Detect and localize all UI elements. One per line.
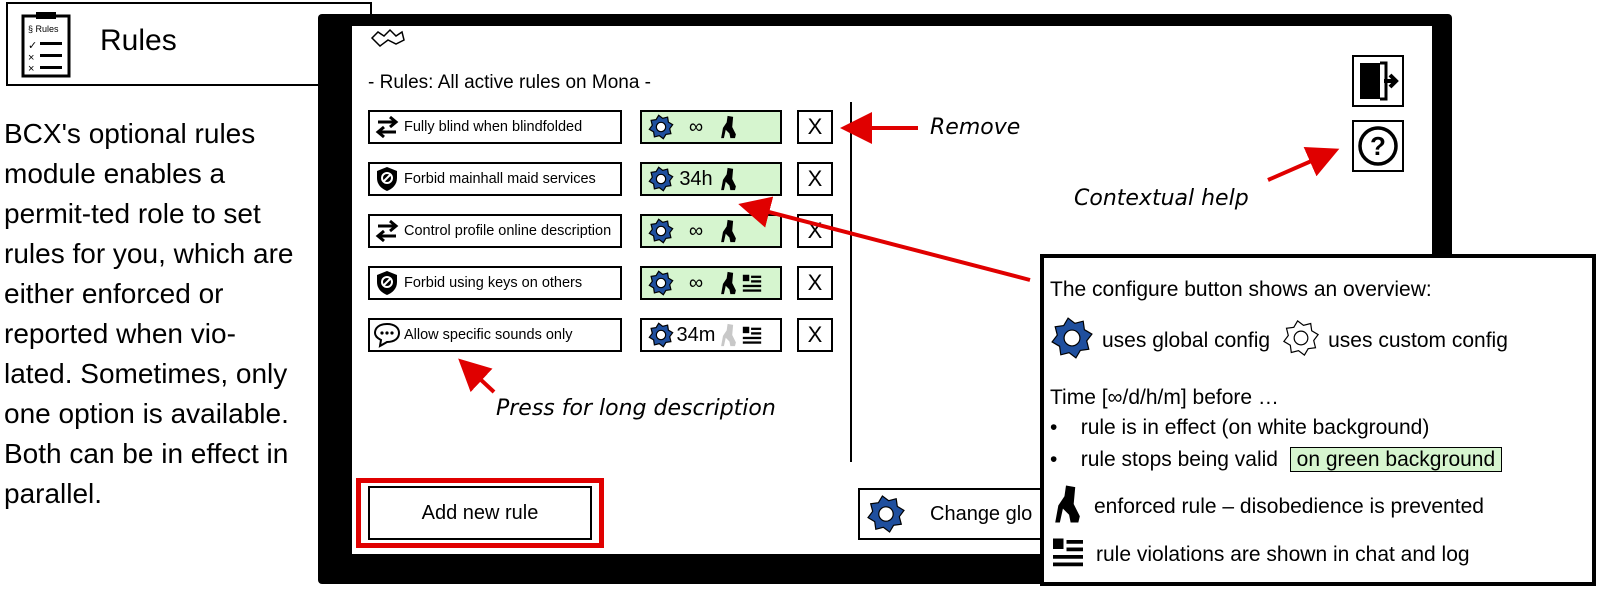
change-global-config-button[interactable]: Change glo <box>858 488 1058 540</box>
press-annotation: Press for long description <box>496 396 776 421</box>
rule-name-button[interactable]: Forbid using keys on others <box>368 266 622 300</box>
rule-name-button[interactable]: Allow specific sounds only <box>368 318 622 352</box>
speech-bubble-icon <box>370 322 404 348</box>
rule-remove-button[interactable]: X <box>797 318 833 352</box>
module-description: BCX's optional rules module enables a pe… <box>4 118 294 509</box>
rule-remove-button[interactable]: X <box>797 162 833 196</box>
rule-name-button[interactable]: Control profile online description <box>368 214 622 248</box>
rule-name-button[interactable]: Fully blind when blindfolded <box>368 110 622 144</box>
gear-global-icon <box>648 322 674 348</box>
rule-config-button[interactable]: ∞ <box>640 214 782 248</box>
green-background-sample: on green background <box>1289 447 1503 472</box>
page-title: Rules <box>100 24 177 57</box>
exit-door-icon <box>1360 61 1399 101</box>
overview-title: The configure button shows an overview: <box>1050 278 1432 301</box>
change-global-label: Change glo <box>930 502 1033 525</box>
rule-remove-button[interactable]: X <box>797 266 833 300</box>
log-list-icon <box>1050 534 1086 576</box>
exit-button[interactable] <box>1352 55 1404 107</box>
high-heel-icon <box>718 167 737 191</box>
rule-name-label: Control profile online description <box>404 223 612 239</box>
rule-name-button[interactable]: Forbid mainhall maid services <box>368 162 622 196</box>
gear-global-icon <box>866 494 906 534</box>
vertical-divider <box>850 102 852 462</box>
rule-config-button[interactable]: ∞ <box>640 266 782 300</box>
rule-time-label: 34m <box>676 323 716 346</box>
global-config-label: uses global config <box>1102 329 1271 352</box>
torn-edge-decoration <box>370 28 405 47</box>
help-question-icon: ? <box>1358 126 1398 166</box>
rule-name-label: Forbid mainhall maid services <box>404 171 596 187</box>
rule-time-label: ∞ <box>688 271 704 294</box>
rule-remove-button[interactable]: X <box>797 214 833 248</box>
forbid-shield-icon <box>370 166 404 192</box>
time-intro: Time [∞/d/h/m] before … <box>1050 386 1279 409</box>
svg-text:✓: ✓ <box>28 40 37 52</box>
bullet-white-text: rule is in effect (on white background) <box>1080 416 1430 439</box>
svg-text:×: × <box>28 63 34 75</box>
add-new-rule-button[interactable]: Add new rule <box>368 486 592 540</box>
logged-label: rule violations are shown in chat and lo… <box>1096 543 1470 566</box>
forbid-shield-icon <box>370 270 404 296</box>
high-heel-icon <box>1050 484 1082 530</box>
rules-header: - Rules: All active rules on Mona - <box>368 72 652 93</box>
log-list-icon <box>741 272 763 294</box>
rule-time-label: ∞ <box>688 115 704 138</box>
high-heel-icon <box>718 115 737 139</box>
gear-global-icon <box>648 166 674 192</box>
custom-config-label: uses custom config <box>1328 329 1508 352</box>
rules-clipboard-icon: § Rules ✓ × × <box>21 12 71 78</box>
high-heel-icon <box>718 219 737 243</box>
help-annotation: Contextual help <box>1074 186 1249 211</box>
high-heel-icon <box>718 271 737 295</box>
high-heel-icon <box>718 323 737 347</box>
gear-global-icon <box>648 270 674 296</box>
bullet-green-text: rule stops being valid <box>1080 448 1278 471</box>
rule-time-label: ∞ <box>688 219 704 242</box>
gear-custom-icon <box>1282 319 1320 363</box>
svg-text:?: ? <box>1370 131 1386 161</box>
rule-config-button[interactable]: ∞ <box>640 110 782 144</box>
rule-time-label: 34h <box>679 167 713 190</box>
rule-remove-button[interactable]: X <box>797 110 833 144</box>
rule-name-label: Forbid using keys on others <box>404 275 583 291</box>
rule-config-button[interactable]: 34h <box>640 162 782 196</box>
swap-arrows-icon <box>370 219 404 243</box>
rule-name-label: Allow specific sounds only <box>404 327 573 343</box>
log-list-icon <box>741 324 763 346</box>
help-button[interactable]: ? <box>1352 120 1404 172</box>
swap-arrows-icon <box>370 115 404 139</box>
gear-global-icon <box>648 114 674 140</box>
remove-annotation: Remove <box>930 115 1021 140</box>
bullet-white: • rule is in effect (on white background… <box>1050 416 1430 439</box>
overview-legend-box: The configure button shows an overview: … <box>1040 254 1596 586</box>
bullet-green: • rule stops being valid on green backgr… <box>1050 447 1503 472</box>
svg-text:§ Rules: § Rules <box>28 24 59 34</box>
rule-config-button[interactable]: 34m <box>640 318 782 352</box>
enforced-label: enforced rule – disobedience is prevente… <box>1094 495 1484 518</box>
gear-global-icon <box>648 218 674 244</box>
gear-global-icon <box>1050 316 1094 366</box>
rule-name-label: Fully blind when blindfolded <box>404 119 583 135</box>
